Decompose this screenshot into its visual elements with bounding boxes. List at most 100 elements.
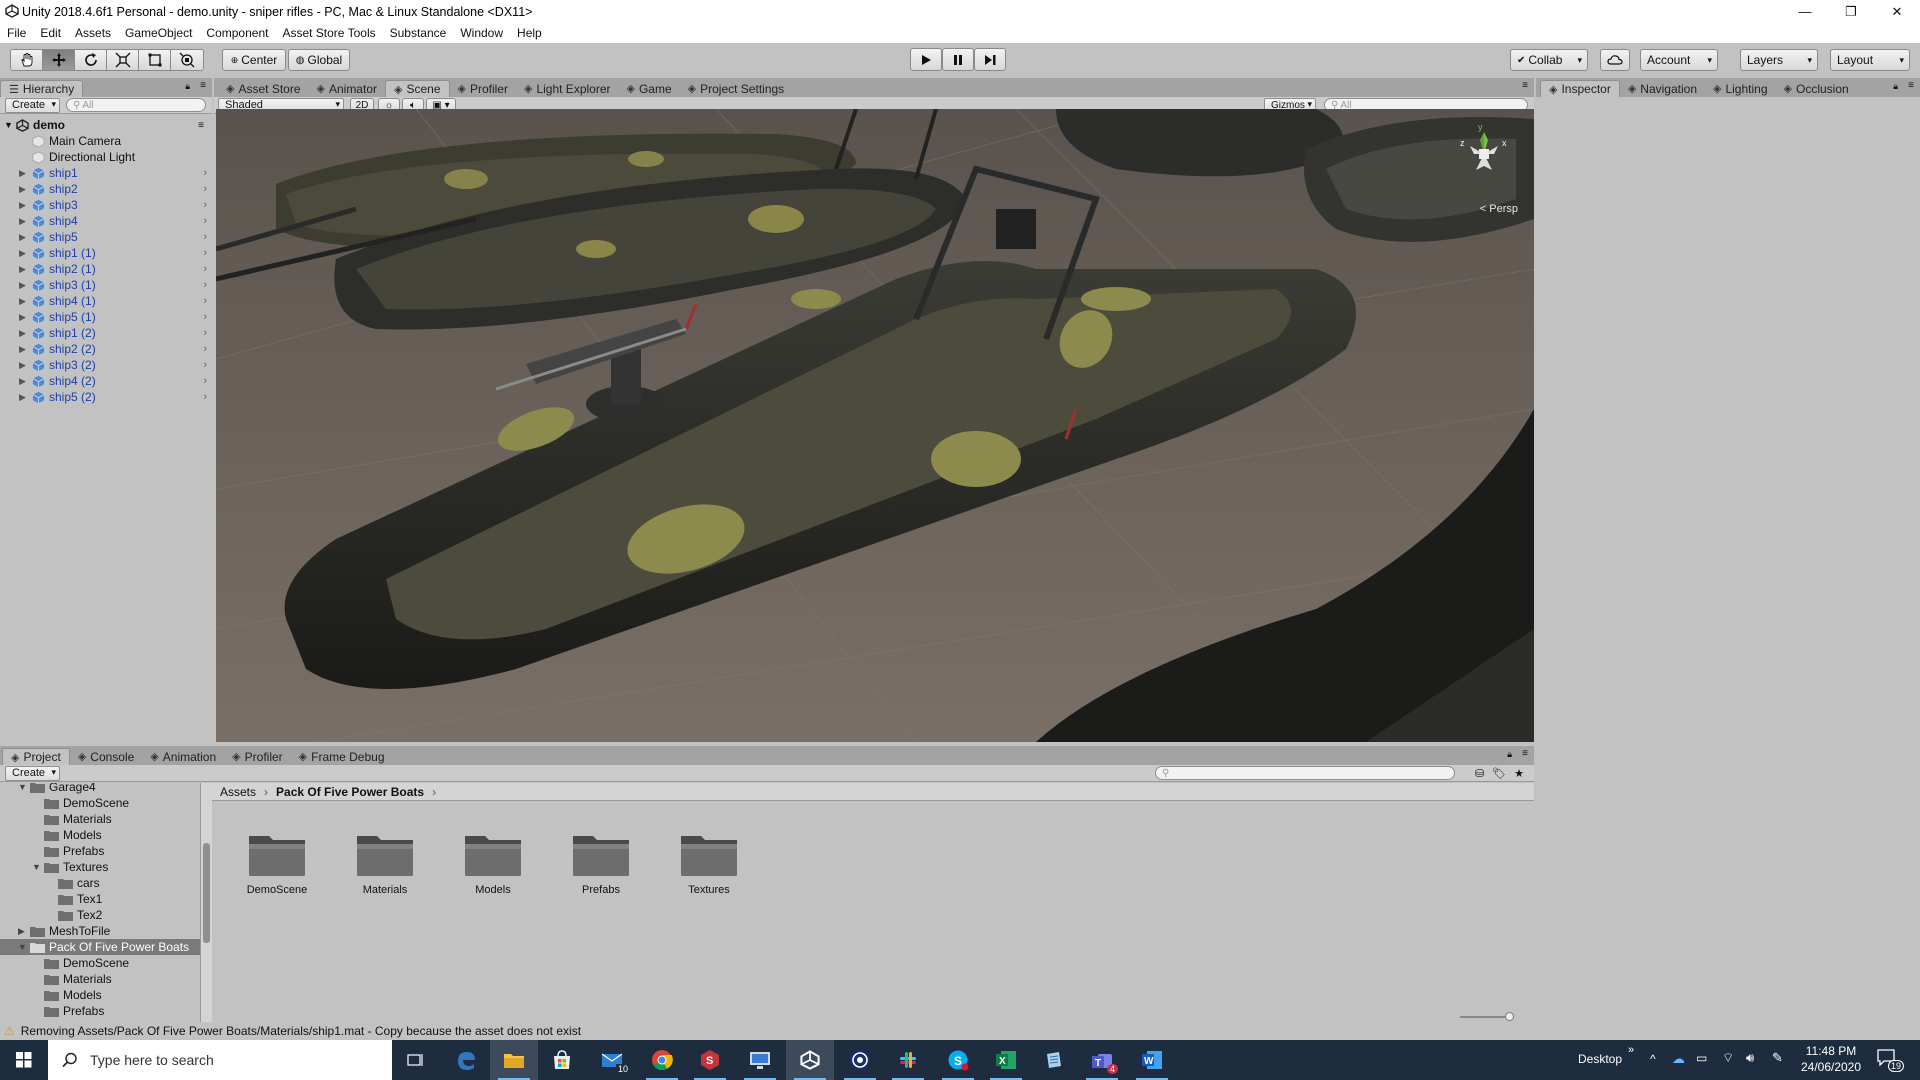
chevron-right-icon[interactable]: › (203, 183, 207, 195)
menu-assets[interactable]: Assets (75, 26, 111, 40)
asset-folder[interactable]: Textures (664, 830, 754, 896)
menu-gameobject[interactable]: GameObject (125, 26, 192, 40)
asset-folder[interactable]: Materials (340, 830, 430, 896)
play-button[interactable] (910, 48, 942, 71)
expand-arrow-icon[interactable]: ▶ (19, 248, 29, 259)
chevron-right-icon[interactable]: › (203, 391, 207, 403)
expand-arrow-icon[interactable]: ▶ (19, 200, 29, 211)
expand-arrow-icon[interactable]: ▶ (19, 328, 29, 339)
scene-menu-icon[interactable]: ≡ (198, 120, 204, 131)
tab-profiler[interactable]: ◈ Profiler (224, 748, 290, 765)
panel-menu-icon[interactable]: ≡ (1522, 748, 1528, 759)
edge-icon[interactable] (442, 1040, 490, 1080)
hierarchy-item[interactable]: ▶ ship4 › (0, 213, 210, 229)
word-icon[interactable]: W (1128, 1040, 1176, 1080)
hierarchy-item[interactable]: ▶ ship5 (1) › (0, 309, 210, 325)
scene-viewport[interactable]: y x z < Persp (216, 109, 1534, 742)
chevron-right-icon[interactable]: › (203, 343, 207, 355)
panel-menu-icon[interactable]: ≡ (1908, 80, 1914, 91)
tab-project-settings[interactable]: ◈ Project Settings (680, 80, 793, 97)
expand-arrow-icon[interactable]: ▼ (32, 862, 44, 872)
tab-occlusion[interactable]: ◈ Occlusion (1776, 80, 1857, 97)
transform-tool-icon[interactable] (171, 50, 203, 70)
file-explorer-icon[interactable] (490, 1040, 538, 1080)
remote-desktop-icon[interactable] (736, 1040, 784, 1080)
chevron-right-icon[interactable]: › (203, 279, 207, 291)
favorites-icon[interactable]: ★ (1514, 767, 1524, 780)
mail-icon[interactable]: 10 (588, 1040, 636, 1080)
pause-button[interactable] (942, 48, 974, 71)
expand-arrow-icon[interactable]: ▶ (19, 232, 29, 243)
tab-asset-store[interactable]: ◈ Asset Store (218, 80, 309, 97)
layers-dropdown[interactable]: Layers ▾ (1740, 49, 1818, 71)
hierarchy-item[interactable]: ▶ ship3 › (0, 197, 210, 213)
project-tree-item[interactable]: DemoScene (0, 795, 200, 811)
tab-scene[interactable]: ◈ Scene (385, 80, 450, 97)
hand-tool-icon[interactable] (11, 50, 43, 70)
battery-icon[interactable]: ▭ (1696, 1051, 1707, 1065)
skype-icon[interactable]: S (934, 1040, 982, 1080)
substance-painter-icon[interactable]: S (686, 1040, 734, 1080)
status-message[interactable]: Removing Assets/Pack Of Five Power Boats… (21, 1024, 581, 1038)
expand-arrow-icon[interactable]: ▶ (19, 168, 29, 179)
task-view-icon[interactable] (392, 1040, 440, 1080)
unity-taskbar-icon[interactable] (786, 1040, 834, 1080)
chrome-icon[interactable] (638, 1040, 686, 1080)
expand-arrow-icon[interactable]: ▶ (19, 312, 29, 323)
asset-folder[interactable]: DemoScene (232, 830, 322, 896)
project-tree-item[interactable]: Models (0, 827, 200, 843)
tab-hierarchy[interactable]: ☰ Hierarchy (0, 80, 84, 97)
excel-icon[interactable]: X (982, 1040, 1030, 1080)
scale-tool-icon[interactable] (107, 50, 139, 70)
expand-arrow-icon[interactable]: ▶ (19, 280, 29, 291)
project-tree-item[interactable]: Prefabs (0, 843, 200, 859)
project-create-dropdown[interactable]: Create (5, 765, 61, 781)
filter-by-type-icon[interactable]: ⛁ (1475, 767, 1484, 780)
clock[interactable]: 11:48 PM 24/06/2020 (1796, 1044, 1866, 1074)
hierarchy-item[interactable]: ▶ ship4 (1) › (0, 293, 210, 309)
project-tree-item[interactable]: DemoScene (0, 955, 200, 971)
hierarchy-item[interactable]: ▶ ship1 (2) › (0, 325, 210, 341)
teams-icon[interactable]: T 4 (1078, 1040, 1126, 1080)
menu-component[interactable]: Component (206, 26, 268, 40)
close-button[interactable]: ✕ (1874, 0, 1920, 23)
menu-edit[interactable]: Edit (40, 26, 61, 40)
project-tree-item[interactable]: ▼ Garage4 (0, 783, 200, 795)
project-tree-item[interactable]: Models (0, 987, 200, 1003)
tab-frame-debug[interactable]: ◈ Frame Debug (291, 748, 393, 765)
tab-light-explorer[interactable]: ◈ Light Explorer (516, 80, 619, 97)
project-tree-item[interactable]: Tex1 (0, 891, 200, 907)
project-tree-item[interactable]: cars (0, 875, 200, 891)
cloud-button[interactable] (1600, 49, 1630, 71)
pen-icon[interactable]: ✎ (1772, 1050, 1783, 1066)
layout-dropdown[interactable]: Layout ▾ (1830, 49, 1910, 71)
project-tree-item[interactable]: Materials (0, 811, 200, 827)
tab-animation[interactable]: ◈ Animation (142, 748, 224, 765)
lock-icon[interactable]: 🔒︎ (1893, 81, 1898, 92)
expand-arrow-icon[interactable]: ▶ (19, 360, 29, 371)
tab-project[interactable]: ◈ Project (2, 748, 70, 765)
action-center-button[interactable]: 19 (1876, 1048, 1904, 1072)
hierarchy-item[interactable]: ▶ ship5 › (0, 229, 210, 245)
project-tree-item[interactable]: Materials (0, 971, 200, 987)
persp-label[interactable]: < Persp (1480, 203, 1518, 215)
hierarchy-item[interactable]: ▶ ship5 (2) › (0, 389, 210, 405)
account-dropdown[interactable]: Account ▾ (1640, 49, 1718, 71)
chevron-right-icon[interactable]: › (203, 167, 207, 179)
hierarchy-item[interactable]: ▶ ship1 › (0, 165, 210, 181)
pivot-center-toggle[interactable]: ⊕ Center (222, 49, 286, 71)
chevron-right-icon[interactable]: › (203, 295, 207, 307)
chevron-right-icon[interactable]: › (203, 359, 207, 371)
onedrive-icon[interactable]: ☁ (1672, 1051, 1685, 1067)
expand-arrow-icon[interactable]: ▶ (19, 184, 29, 195)
scene-root[interactable]: ▼ demo ≡ (0, 117, 210, 133)
asset-folder[interactable]: Prefabs (556, 830, 646, 896)
breadcrumb-assets[interactable]: Assets (220, 785, 256, 799)
store-icon[interactable] (538, 1040, 586, 1080)
tab-lighting[interactable]: ◈ Lighting (1705, 80, 1776, 97)
chevron-right-icon[interactable]: › (203, 311, 207, 323)
filter-by-label-icon[interactable]: 🏷︎ (1492, 767, 1506, 780)
tab-inspector[interactable]: ◈ Inspector (1540, 80, 1620, 97)
project-tree-item[interactable]: ▼ Textures (0, 859, 200, 875)
hierarchy-item[interactable]: ▶ ship2 (2) › (0, 341, 210, 357)
